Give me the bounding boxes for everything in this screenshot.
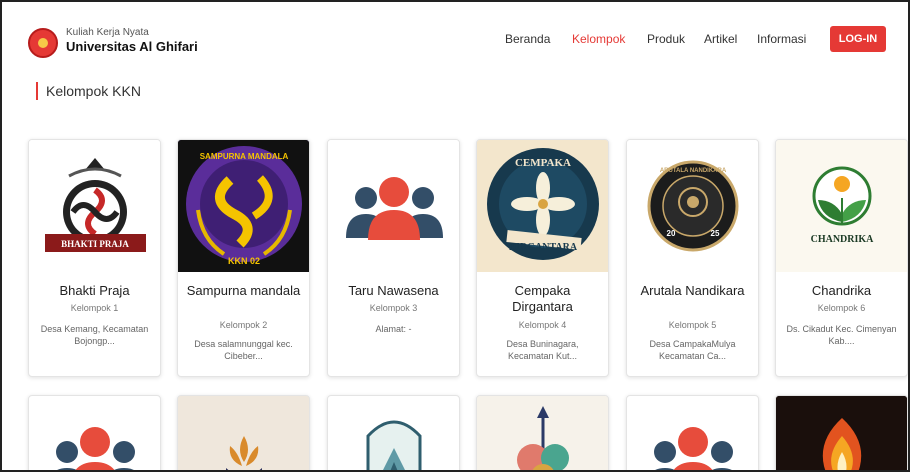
logo-sub-text: DIRGANTARA (509, 242, 578, 253)
group-card-3[interactable]: Taru Nawasena Kelompok 3 Alamat: - (327, 139, 460, 377)
growth-tree-logo-icon (477, 396, 608, 470)
logo-year-left: 20 (667, 229, 676, 238)
group-logo: SAMPURNA MANDALA KKN 02 (178, 140, 309, 272)
nav-kelompok[interactable]: Kelompok (572, 32, 625, 46)
flame-logo-icon (776, 396, 907, 470)
group-address: Alamat: - (375, 324, 412, 334)
group-name: Bhakti Praja (59, 283, 130, 298)
nav-artikel[interactable]: Artikel (704, 32, 737, 46)
cempaka-dirgantara-logo-icon: CEMPAKA DIRGANTARA (477, 140, 608, 272)
top-navbar: Kuliah Kerja Nyata Universitas Al Ghifar… (2, 2, 908, 74)
group-card-8[interactable] (177, 395, 310, 470)
group-number: Kelompok 1 (70, 303, 119, 313)
login-button[interactable]: LOG-IN (830, 26, 886, 52)
arutala-nandikara-logo-icon: ARUTALA NANDIKARA 20 25 (647, 160, 739, 252)
group-name: Cempaka Dirgantara (512, 283, 573, 314)
people-group-icon (56, 427, 135, 470)
people-group-icon (346, 177, 443, 240)
logo-year-right: 25 (711, 229, 720, 238)
group-logo: ARUTALA NANDIKARA 20 25 (627, 140, 758, 272)
people-group-icon (654, 427, 733, 470)
nav-produk[interactable]: Produk (647, 32, 685, 46)
group-name: Sampurna mandala (186, 283, 301, 298)
group-logo (328, 140, 459, 272)
group-card-11[interactable] (626, 395, 759, 470)
nav-beranda[interactable]: Beranda (505, 32, 550, 46)
logo-text: BHAKTI PRAJA (61, 239, 129, 249)
group-logo: CHANDRIKA (776, 140, 907, 272)
logo-text: CEMPAKA (515, 157, 571, 169)
group-card-10[interactable] (476, 395, 609, 470)
group-card-12[interactable] (775, 395, 908, 470)
group-number: Kelompok 4 (518, 320, 567, 330)
sampurna-mandala-logo-icon: SAMPURNA MANDALA KKN 02 (178, 140, 309, 272)
university-logo-icon[interactable] (28, 28, 58, 58)
group-number: Kelompok 6 (817, 303, 866, 313)
group-name: Chandrika (811, 283, 872, 298)
group-address: Desa Kemang, Kecamatan Bojongp... (40, 324, 149, 346)
group-address: Desa Buninagara, Kecamatan Kut... (506, 339, 579, 361)
group-number: Kelompok 3 (369, 303, 418, 313)
section-title: Kelompok KKN (36, 82, 141, 100)
group-card-4[interactable]: CEMPAKA DIRGANTARA Cempaka Dirgantara Ke… (476, 139, 609, 377)
chandrika-logo-icon: CHANDRIKA (776, 140, 907, 272)
group-name: Taru Nawasena (348, 283, 439, 298)
group-address: Desa salamnunggal kec. Cibeber... (194, 339, 293, 361)
logo-text: ARUTALA NANDIKARA (660, 168, 727, 174)
group-address: Desa CampakaMulya Kecamatan Ca... (649, 339, 736, 361)
group-card-5[interactable]: ARUTALA NANDIKARA 20 25 Arutala Nandikar… (626, 139, 759, 377)
nav-informasi[interactable]: Informasi (757, 32, 806, 46)
group-address: Ds. Cikadut Kec. Cimenyan Kab.... (786, 324, 897, 346)
logo-text: CHANDRIKA (811, 234, 875, 245)
group-card-9[interactable] (327, 395, 460, 470)
brand[interactable]: Kuliah Kerja Nyata Universitas Al Ghifar… (66, 27, 198, 55)
group-name: Arutala Nandikara (640, 283, 745, 298)
lotus-logo-icon (178, 396, 309, 470)
brand-title: Universitas Al Ghifari (66, 39, 198, 54)
group-card-6[interactable]: CHANDRIKA Chandrika Kelompok 6 Ds. Cikad… (775, 139, 908, 377)
bhakti-praja-logo-icon: BHAKTI PRAJA (45, 158, 146, 252)
group-card-7[interactable] (28, 395, 161, 470)
group-card-2[interactable]: SAMPURNA MANDALA KKN 02 Sampurna mandala… (177, 139, 310, 377)
group-number: Kelompok 5 (668, 320, 717, 330)
mountain-badge-logo-icon (366, 420, 422, 470)
logo-text: SAMPURNA MANDALA (200, 152, 289, 161)
page-frame: Kuliah Kerja Nyata Universitas Al Ghifar… (0, 0, 910, 472)
logo-sub-text: KKN 02 (228, 256, 260, 266)
group-card-1[interactable]: BHAKTI PRAJA Bhakti Praja Kelompok 1 Des… (28, 139, 161, 377)
group-logo: BHAKTI PRAJA (29, 140, 160, 272)
group-number: Kelompok 2 (219, 320, 268, 330)
group-logo: CEMPAKA DIRGANTARA (477, 140, 608, 272)
brand-subtitle: Kuliah Kerja Nyata (66, 27, 149, 38)
